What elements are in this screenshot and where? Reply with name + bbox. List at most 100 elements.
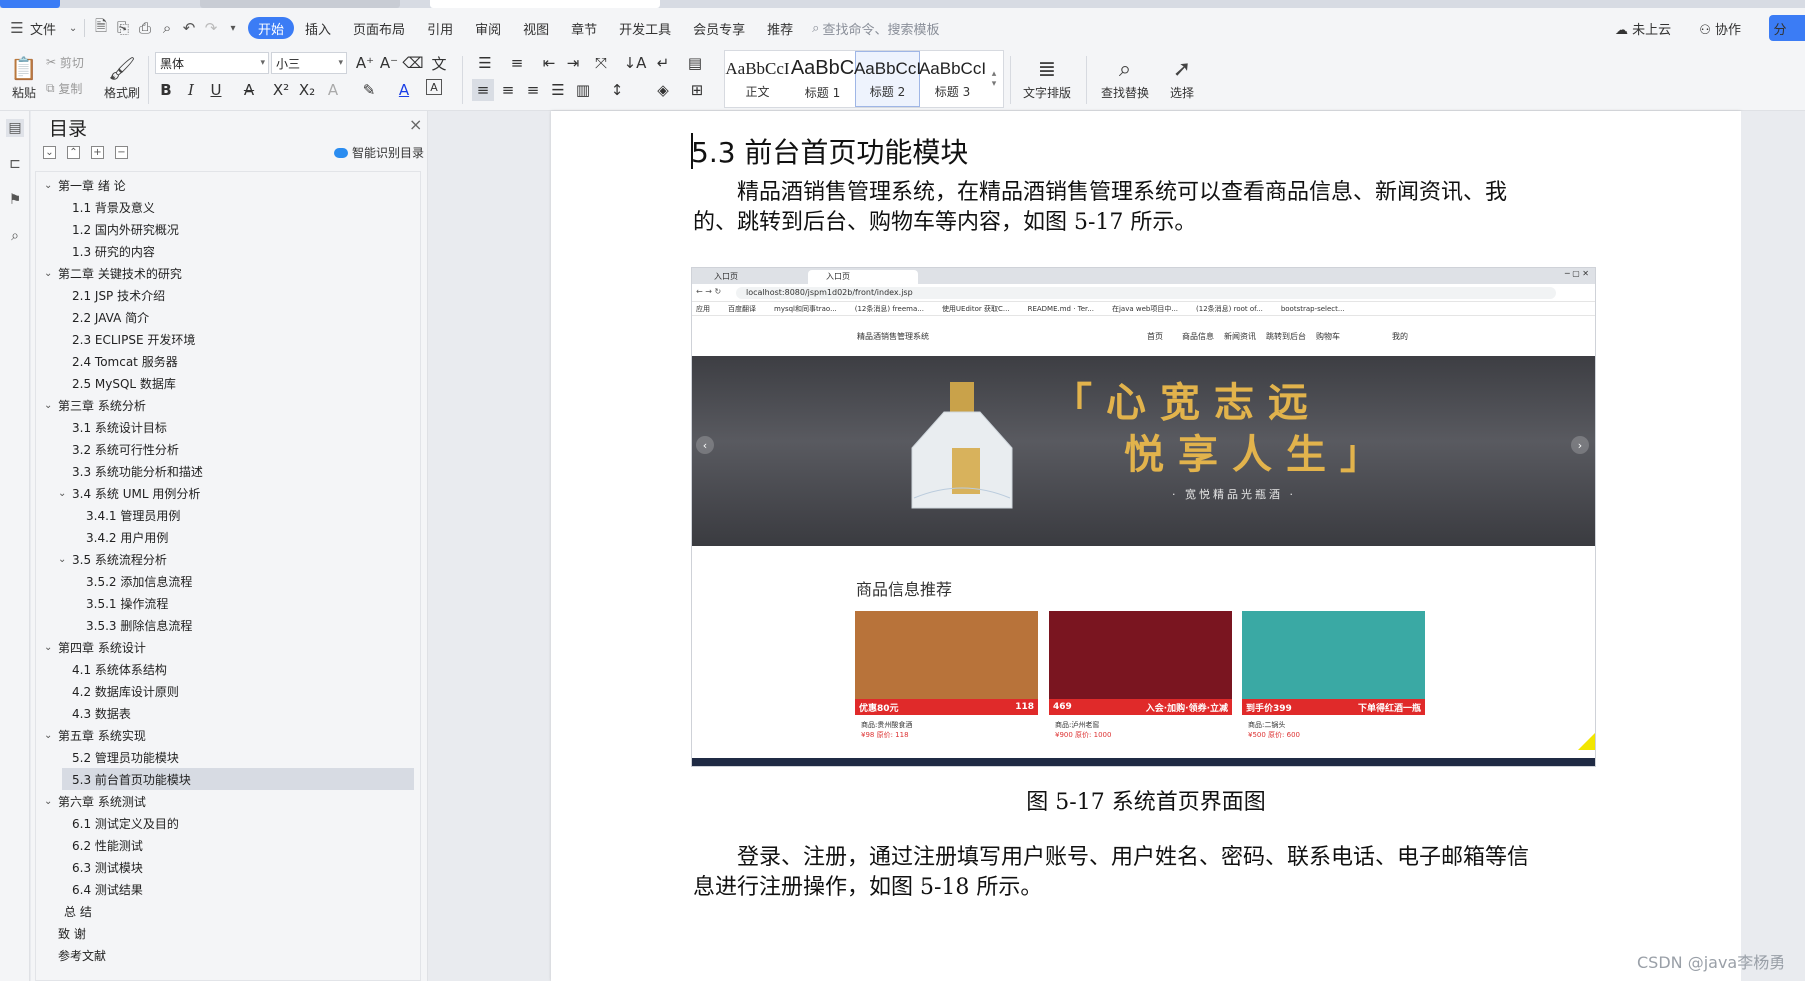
decrease-indent-icon[interactable]: ⇤ <box>538 52 560 74</box>
section-heading[interactable]: 5.3 前台首页功能模块 <box>691 131 968 171</box>
command-search[interactable]: ⌕ 查找命令、搜索模板 <box>812 19 939 38</box>
toc-item[interactable]: 3.4.1 管理员用例 <box>36 504 422 526</box>
align-left-icon[interactable]: ≡ <box>472 79 494 101</box>
customize-icon[interactable]: ▾ <box>222 17 244 39</box>
toc-item[interactable]: 6.2 性能测试 <box>36 834 422 856</box>
print-icon[interactable]: ⎙ <box>134 17 156 39</box>
align-center-icon[interactable]: ≡ <box>497 79 519 101</box>
superscript-icon[interactable]: X² <box>270 79 292 101</box>
text-effect-icon[interactable]: A <box>322 79 344 101</box>
tab-member[interactable]: 会员专享 <box>682 15 756 41</box>
toc-item[interactable]: 参考文献 <box>36 944 422 966</box>
copy-button[interactable]: ⧉ 复制 <box>46 78 82 98</box>
toc-view-icon[interactable]: ▤ <box>6 119 24 137</box>
document-page[interactable]: 5.3 前台首页功能模块 精品酒销售管理系统，在精品酒销售管理系统可以查看商品信… <box>551 111 1741 981</box>
show-marks-icon[interactable]: ↵ <box>652 52 674 74</box>
file-menu[interactable]: 文件 <box>28 15 67 41</box>
tab-home[interactable]: 开始 <box>248 17 295 39</box>
toc-item[interactable]: 3.5.2 添加信息流程 <box>36 570 422 592</box>
toc-item[interactable]: 3.2 系统可行性分析 <box>36 438 422 460</box>
expand-all-icon[interactable]: ⌃ <box>67 146 80 159</box>
sort-icon[interactable]: ↓A <box>624 52 647 74</box>
tab-page-layout[interactable]: 页面布局 <box>342 15 416 41</box>
justify-icon[interactable]: ☰ <box>547 79 569 101</box>
toc-item[interactable]: 6.3 测试模块 <box>36 856 422 878</box>
export-pdf-icon[interactable]: ⎘ <box>112 17 134 39</box>
chevron-down-icon[interactable]: ⌄ <box>44 730 52 741</box>
close-icon[interactable]: × <box>409 115 422 134</box>
bookmark-icon[interactable]: ⚑ <box>6 191 24 209</box>
toc-item[interactable]: 4.2 数据库设计原则 <box>36 680 422 702</box>
toc-item[interactable]: 2.4 Tomcat 服务器 <box>36 350 422 372</box>
toc-item[interactable]: 4.1 系统体系结构 <box>36 658 422 680</box>
toc-item[interactable]: 2.2 JAVA 简介 <box>36 306 422 328</box>
style-heading-2[interactable]: AaBbCcI 标题 2 <box>854 51 921 107</box>
style-heading-3[interactable]: AaBbCcI 标题 3 <box>919 51 986 107</box>
italic-icon[interactable]: I <box>180 79 202 101</box>
toc-item[interactable]: 3.3 系统功能分析和描述 <box>36 460 422 482</box>
tab-recommend[interactable]: 推荐 <box>756 15 804 41</box>
char-border-icon[interactable]: A <box>426 79 442 95</box>
toc-item[interactable]: 1.3 研究的内容 <box>36 240 422 262</box>
font-color-icon[interactable]: A <box>393 79 415 101</box>
save-icon[interactable]: 🗎 <box>90 17 112 39</box>
toc-item[interactable]: 3.4.2 用户用例 <box>36 526 422 548</box>
align-right-icon[interactable]: ≡ <box>522 79 544 101</box>
toc-item[interactable]: 4.3 数据表 <box>36 702 422 724</box>
paragraph-1-line-1[interactable]: 精品酒销售管理系统，在精品酒销售管理系统可以查看商品信息、新闻资讯、我 <box>693 177 1603 208</box>
numbered-list-icon[interactable]: ≡ <box>506 52 528 74</box>
subscript-icon[interactable]: X₂ <box>296 79 318 101</box>
toc-item[interactable]: 5.3 前台首页功能模块 <box>62 768 414 790</box>
toc-item[interactable]: 总 结 <box>36 900 422 922</box>
text-layout-button[interactable]: ≣ 文字排版 <box>1017 50 1077 106</box>
line-spacing-icon[interactable]: ↕ <box>606 79 628 101</box>
chinese-layout-icon[interactable]: ⤧ <box>590 52 612 74</box>
increase-indent-icon[interactable]: ⇥ <box>562 52 584 74</box>
chevron-down-icon[interactable]: ⌄ <box>67 17 79 39</box>
toc-item[interactable]: ⌄ 第六章 系统测试 <box>36 790 422 812</box>
tab-view[interactable]: 视图 <box>512 15 560 41</box>
smart-toc-button[interactable]: 智能识别目录 <box>334 144 424 161</box>
toc-item[interactable]: ⌄ 3.4 系统 UML 用例分析 <box>36 482 422 504</box>
collapse-all-icon[interactable]: ⌄ <box>43 146 56 159</box>
style-heading-1[interactable]: AaBbC 标题 1 <box>790 51 855 107</box>
highlight-icon[interactable]: ✎ <box>358 79 380 101</box>
tab-insert[interactable]: 插入 <box>294 15 342 41</box>
search-icon[interactable]: ⌕ <box>6 227 24 245</box>
toc-item[interactable]: 致 谢 <box>36 922 422 944</box>
chevron-down-icon[interactable]: ⌄ <box>44 180 52 191</box>
toc-item[interactable]: 2.3 ECLIPSE 开发环境 <box>36 328 422 350</box>
tab-sections[interactable]: 章节 <box>560 15 608 41</box>
outline-icon[interactable]: ⊏ <box>6 155 24 173</box>
toc-item[interactable]: 6.4 测试结果 <box>36 878 422 900</box>
border-icon[interactable]: ⊞ <box>686 79 708 101</box>
toc-item[interactable]: ⌄ 第一章 绪 论 <box>36 174 422 196</box>
paragraph-2-line-1[interactable]: 登录、注册，通过注册填写用户账号、用户姓名、密码、联系电话、电子邮箱等信 <box>693 842 1603 873</box>
font-size-select[interactable]: 小三 ▾ <box>271 52 347 74</box>
chevron-down-icon[interactable]: ⌄ <box>44 796 52 807</box>
toc-item[interactable]: ⌄ 第二章 关键技术的研究 <box>36 262 422 284</box>
hamburger-icon[interactable]: ☰ <box>6 17 28 39</box>
bold-icon[interactable]: B <box>155 79 177 101</box>
toc-item[interactable]: ⌄ 第四章 系统设计 <box>36 636 422 658</box>
underline-icon[interactable]: U <box>205 79 227 101</box>
toc-item[interactable]: 3.5.1 操作流程 <box>36 592 422 614</box>
cloud-status[interactable]: ☁ 未上云 <box>1615 19 1685 38</box>
toc-item[interactable]: ⌄ 3.5 系统流程分析 <box>36 548 422 570</box>
format-painter-button[interactable]: 🖌 格式刷 <box>98 50 146 106</box>
toc-item[interactable]: 6.1 测试定义及目的 <box>36 812 422 834</box>
table-grid-icon[interactable]: ▤ <box>684 52 706 74</box>
find-replace-button[interactable]: ⌕ 查找替换 <box>1094 50 1156 106</box>
paste-button[interactable]: 📋 粘贴 <box>0 50 48 106</box>
chevron-down-icon[interactable]: ⌄ <box>58 488 66 499</box>
font-name-select[interactable]: 黑体 ▾ <box>155 52 269 74</box>
style-normal[interactable]: AaBbCcI 正文 <box>725 51 790 107</box>
paragraph-2-line-2[interactable]: 息进行注册操作，如图 5-18 所示。 <box>693 872 1603 903</box>
chevron-down-icon[interactable]: ⌄ <box>44 642 52 653</box>
clear-format-icon[interactable]: ⌫ <box>402 52 424 74</box>
toc-item[interactable]: 1.2 国内外研究概况 <box>36 218 422 240</box>
toc-item[interactable]: 2.1 JSP 技术介绍 <box>36 284 422 306</box>
redo-icon[interactable]: ↷ <box>200 17 222 39</box>
toc-item[interactable]: 2.5 MySQL 数据库 <box>36 372 422 394</box>
strikethrough-icon[interactable]: A <box>238 79 260 101</box>
